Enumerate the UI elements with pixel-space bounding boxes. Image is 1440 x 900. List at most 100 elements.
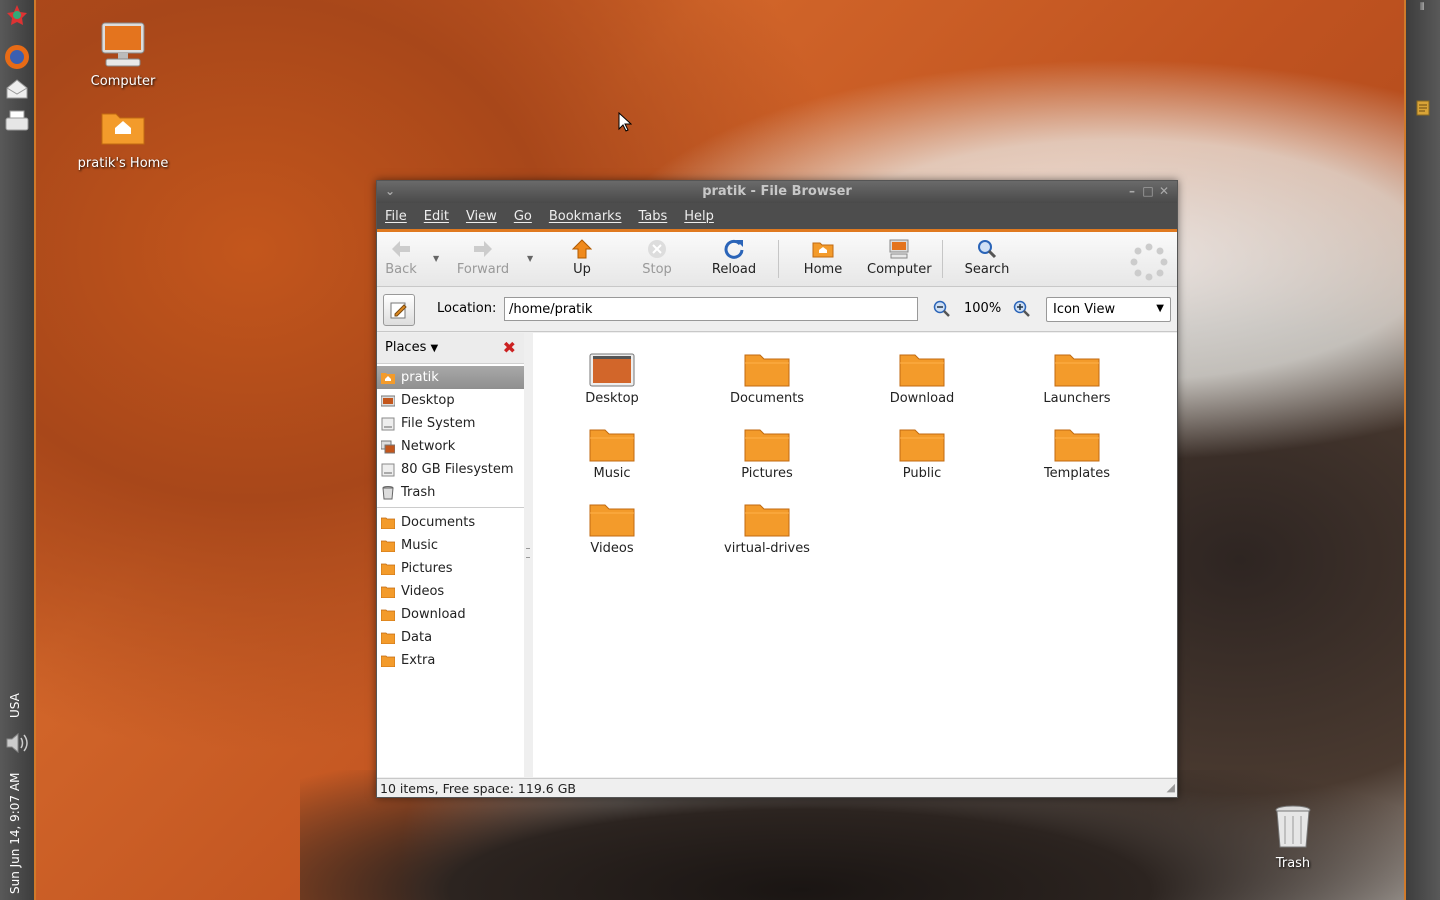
sidebar-item-pratik[interactable]: pratik	[377, 366, 524, 389]
back-button[interactable]: Back	[383, 238, 419, 277]
stop-label: Stop	[642, 262, 672, 277]
menubar: File Edit View Go Bookmarks Tabs Help	[377, 203, 1177, 232]
desktop-icon-label: Trash	[1275, 856, 1311, 871]
back-history-dropdown-icon[interactable]: ▼	[433, 254, 439, 263]
firefox-icon[interactable]	[4, 44, 30, 70]
menu-edit[interactable]: Edit	[424, 209, 449, 224]
file-item-music[interactable]: Music	[552, 422, 672, 481]
file-item-launchers[interactable]: Launchers	[1017, 347, 1137, 406]
toolbar-separator	[942, 240, 943, 278]
sidebar-item-extra[interactable]: Extra	[377, 649, 524, 672]
desktop-icon-label: pratik's Home	[77, 156, 169, 171]
printer-icon[interactable]	[4, 108, 30, 134]
reload-button[interactable]: Reload	[711, 238, 757, 277]
file-browser-window: ⌄ pratik - File Browser – □ ✕ File Edit …	[376, 180, 1178, 798]
forward-button[interactable]: Forward	[455, 238, 511, 277]
mail-icon[interactable]	[4, 76, 30, 102]
sidebar-item-music[interactable]: Music	[377, 534, 524, 557]
home-button[interactable]: Home	[803, 238, 843, 277]
folder-icon	[1017, 422, 1137, 462]
desktop-icon-trash[interactable]: Trash	[1238, 802, 1348, 871]
file-label: Desktop	[585, 391, 639, 406]
place-label: Videos	[401, 584, 445, 599]
maximize-icon[interactable]: □	[1141, 183, 1155, 199]
zoom-out-button[interactable]	[933, 300, 951, 322]
sidebar-item-videos[interactable]: Videos	[377, 580, 524, 603]
folder-icon	[381, 608, 395, 622]
location-bar: Location: 100% Icon View ▼	[377, 287, 1177, 332]
reload-label: Reload	[711, 262, 757, 277]
toolbar-separator	[778, 240, 779, 278]
menu-tabs[interactable]: Tabs	[638, 209, 667, 224]
sidebar-item-pictures[interactable]: Pictures	[377, 557, 524, 580]
forward-history-dropdown-icon[interactable]: ▼	[527, 254, 533, 263]
folder-icon	[381, 516, 395, 530]
computer-button[interactable]: Computer	[867, 238, 932, 277]
file-item-videos[interactable]: Videos	[552, 497, 672, 556]
edit-pencil-icon	[390, 302, 407, 319]
panel-clock[interactable]: Sun Jun 14, 9:07 AM	[2, 694, 32, 894]
sidebar-item-file-system[interactable]: File System	[377, 412, 524, 435]
zoom-in-button[interactable]	[1013, 300, 1031, 322]
window-titlebar[interactable]: ⌄ pratik - File Browser – □ ✕	[377, 181, 1177, 203]
window-menu-icon[interactable]: ⌄	[383, 183, 397, 199]
up-button[interactable]: Up	[567, 238, 597, 277]
sidebar-resize-handle[interactable]	[524, 333, 532, 777]
view-select-value: Icon View	[1053, 302, 1116, 317]
toggle-location-button[interactable]	[383, 294, 415, 326]
zoom-level[interactable]: 100%	[964, 301, 1001, 316]
close-sidebar-icon[interactable]: ✖	[503, 338, 516, 357]
search-button[interactable]: Search	[963, 238, 1011, 277]
desktop-icon-home[interactable]: pratik's Home	[68, 102, 178, 171]
sidebar-item-download[interactable]: Download	[377, 603, 524, 626]
minimize-icon[interactable]: –	[1125, 183, 1139, 199]
sidebar-item-network[interactable]: Network	[377, 435, 524, 458]
forward-label: Forward	[456, 262, 510, 277]
sidebar-item-desktop[interactable]: Desktop	[377, 389, 524, 412]
notes-icon[interactable]	[1416, 100, 1430, 120]
home-folder-icon	[803, 238, 843, 260]
view-select[interactable]: Icon View ▼	[1046, 297, 1171, 322]
file-item-public[interactable]: Public	[862, 422, 982, 481]
sidebar-item-data[interactable]: Data	[377, 626, 524, 649]
file-item-documents[interactable]: Documents	[707, 347, 827, 406]
status-bar: 10 items, Free space: 119.6 GB ◢	[377, 778, 1177, 797]
file-label: Templates	[1043, 466, 1111, 481]
file-item-desktop[interactable]: Desktop	[552, 347, 672, 406]
sidebar-item-trash[interactable]: Trash	[377, 481, 524, 504]
location-input[interactable]	[504, 297, 918, 321]
main-menu-icon[interactable]	[4, 2, 30, 28]
sidebar-type-select[interactable]: Places ▼	[385, 340, 438, 355]
clock-text: Sun Jun 14, 9:07 AM	[8, 772, 22, 894]
status-text: 10 items, Free space: 119.6 GB	[380, 781, 576, 796]
sidebar-item-documents[interactable]: Documents	[377, 511, 524, 534]
chevron-down-icon: ▼	[430, 343, 439, 354]
place-label: 80 GB Filesystem	[401, 462, 514, 477]
panel-handle-icon[interactable]: ⦀	[1420, 2, 1424, 13]
desktop-icon-computer[interactable]: Computer	[68, 20, 178, 89]
menu-bookmarks[interactable]: Bookmarks	[549, 209, 622, 224]
place-label: Trash	[401, 485, 436, 500]
sidebar-item-80gb-filesystem[interactable]: 80 GB Filesystem	[377, 458, 524, 481]
file-item-virtual-drives[interactable]: virtual-drives	[707, 497, 827, 556]
file-icon-view: Desktop Documents Download Launchers Mus…	[533, 333, 1177, 777]
menu-view[interactable]: View	[466, 209, 497, 224]
menu-go[interactable]: Go	[514, 209, 532, 224]
file-label: Documents	[729, 391, 805, 406]
resize-grip-icon[interactable]: ◢	[1167, 778, 1175, 797]
desktop-icon	[381, 394, 395, 408]
throbber-icon	[1129, 242, 1169, 286]
file-item-pictures[interactable]: Pictures	[707, 422, 827, 481]
menu-help[interactable]: Help	[684, 209, 714, 224]
menu-file[interactable]: File	[385, 209, 407, 224]
folder-icon	[707, 422, 827, 462]
place-label: File System	[401, 416, 476, 431]
stop-button[interactable]: Stop	[639, 238, 675, 277]
sidebar-title: Places	[385, 340, 427, 355]
file-item-templates[interactable]: Templates	[1017, 422, 1137, 481]
place-label: Documents	[401, 515, 476, 530]
network-icon	[381, 440, 395, 454]
trash-icon	[1268, 802, 1318, 852]
file-item-download[interactable]: Download	[862, 347, 982, 406]
close-icon[interactable]: ✕	[1157, 183, 1171, 199]
